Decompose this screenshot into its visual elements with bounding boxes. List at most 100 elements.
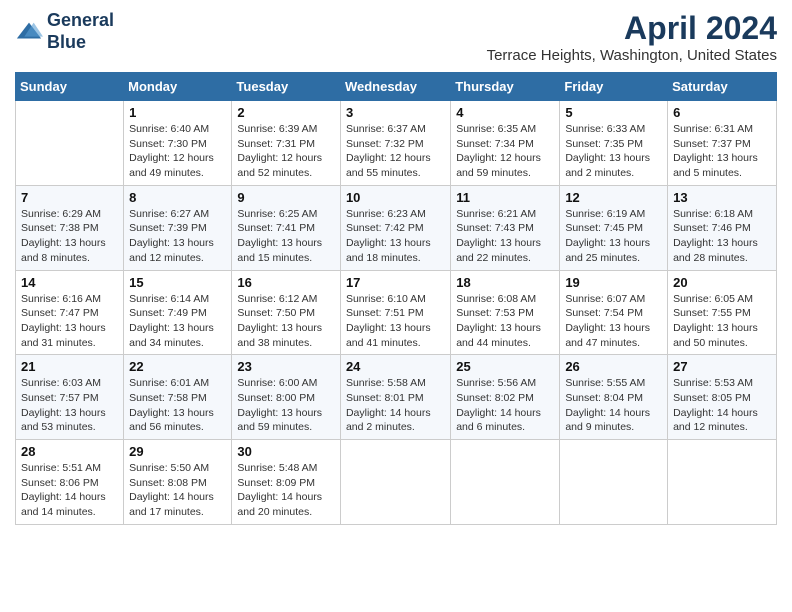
day-info: Sunrise: 6:31 AM Sunset: 7:37 PM Dayligh… — [673, 122, 771, 181]
calendar-cell: 24 Sunrise: 5:58 AM Sunset: 8:01 PM Dayli… — [340, 355, 450, 440]
calendar-cell: 14 Sunrise: 6:16 AM Sunset: 7:47 PM Dayli… — [16, 270, 124, 355]
day-number: 9 — [237, 190, 335, 205]
day-number: 15 — [129, 275, 226, 290]
calendar-header-row: SundayMondayTuesdayWednesdayThursdayFrid… — [16, 73, 777, 101]
day-info: Sunrise: 6:10 AM Sunset: 7:51 PM Dayligh… — [346, 292, 445, 351]
logo-icon — [15, 18, 43, 46]
day-number: 19 — [565, 275, 662, 290]
day-info: Sunrise: 6:07 AM Sunset: 7:54 PM Dayligh… — [565, 292, 662, 351]
day-number: 28 — [21, 444, 118, 459]
calendar-cell: 29 Sunrise: 5:50 AM Sunset: 8:08 PM Dayli… — [124, 440, 232, 525]
logo-line1: General — [47, 10, 114, 32]
day-info: Sunrise: 6:33 AM Sunset: 7:35 PM Dayligh… — [565, 122, 662, 181]
logo: General Blue — [15, 10, 114, 53]
day-number: 16 — [237, 275, 335, 290]
calendar-cell: 13Sunrise: 6:18 AM Sunset: 7:46 PM Dayli… — [668, 185, 777, 270]
day-info: Sunrise: 5:48 AM Sunset: 8:09 PM Dayligh… — [237, 461, 335, 520]
calendar-cell: 20Sunrise: 6:05 AM Sunset: 7:55 PM Dayli… — [668, 270, 777, 355]
day-info: Sunrise: 5:55 AM Sunset: 8:04 PM Dayligh… — [565, 376, 662, 435]
day-number: 6 — [673, 105, 771, 120]
day-number: 5 — [565, 105, 662, 120]
day-info: Sunrise: 6:35 AM Sunset: 7:34 PM Dayligh… — [456, 122, 554, 181]
calendar-week-2: 7 Sunrise: 6:29 AM Sunset: 7:38 PM Daylig… — [16, 185, 777, 270]
calendar-cell — [560, 440, 668, 525]
calendar-cell: 23 Sunrise: 6:00 AM Sunset: 8:00 PM Dayli… — [232, 355, 341, 440]
day-info: Sunrise: 6:00 AM Sunset: 8:00 PM Dayligh… — [237, 376, 335, 435]
day-header-sunday: Sunday — [16, 73, 124, 101]
calendar-cell: 18Sunrise: 6:08 AM Sunset: 7:53 PM Dayli… — [451, 270, 560, 355]
day-info: Sunrise: 6:25 AM Sunset: 7:41 PM Dayligh… — [237, 207, 335, 266]
day-number: 24 — [346, 359, 445, 374]
day-number: 8 — [129, 190, 226, 205]
day-info: Sunrise: 6:23 AM Sunset: 7:42 PM Dayligh… — [346, 207, 445, 266]
day-number: 11 — [456, 190, 554, 205]
calendar-cell: 4 Sunrise: 6:35 AM Sunset: 7:34 PM Daylig… — [451, 101, 560, 186]
calendar-table: SundayMondayTuesdayWednesdayThursdayFrid… — [15, 72, 777, 525]
day-number: 21 — [21, 359, 118, 374]
logo-text: General Blue — [47, 10, 114, 53]
calendar-week-1: 1 Sunrise: 6:40 AM Sunset: 7:30 PM Daylig… — [16, 101, 777, 186]
calendar-cell — [340, 440, 450, 525]
day-number: 26 — [565, 359, 662, 374]
calendar-cell: 1 Sunrise: 6:40 AM Sunset: 7:30 PM Daylig… — [124, 101, 232, 186]
calendar-cell — [668, 440, 777, 525]
calendar-cell: 12Sunrise: 6:19 AM Sunset: 7:45 PM Dayli… — [560, 185, 668, 270]
day-info: Sunrise: 5:58 AM Sunset: 8:01 PM Dayligh… — [346, 376, 445, 435]
day-number: 1 — [129, 105, 226, 120]
subtitle: Terrace Heights, Washington, United Stat… — [487, 47, 777, 64]
calendar-cell: 10Sunrise: 6:23 AM Sunset: 7:42 PM Dayli… — [340, 185, 450, 270]
calendar-cell: 21 Sunrise: 6:03 AM Sunset: 7:57 PM Dayli… — [16, 355, 124, 440]
day-number: 23 — [237, 359, 335, 374]
calendar-cell: 16Sunrise: 6:12 AM Sunset: 7:50 PM Dayli… — [232, 270, 341, 355]
calendar-cell: 8Sunrise: 6:27 AM Sunset: 7:39 PM Daylig… — [124, 185, 232, 270]
logo-line2: Blue — [47, 32, 114, 54]
day-number: 29 — [129, 444, 226, 459]
day-number: 25 — [456, 359, 554, 374]
calendar-cell: 15 Sunrise: 6:14 AM Sunset: 7:49 PM Dayli… — [124, 270, 232, 355]
calendar-cell: 26 Sunrise: 5:55 AM Sunset: 8:04 PM Dayli… — [560, 355, 668, 440]
day-info: Sunrise: 6:37 AM Sunset: 7:32 PM Dayligh… — [346, 122, 445, 181]
day-number: 13 — [673, 190, 771, 205]
day-header-thursday: Thursday — [451, 73, 560, 101]
calendar-cell: 30 Sunrise: 5:48 AM Sunset: 8:09 PM Dayli… — [232, 440, 341, 525]
day-number: 22 — [129, 359, 226, 374]
day-info: Sunrise: 6:03 AM Sunset: 7:57 PM Dayligh… — [21, 376, 118, 435]
day-header-wednesday: Wednesday — [340, 73, 450, 101]
day-info: Sunrise: 5:51 AM Sunset: 8:06 PM Dayligh… — [21, 461, 118, 520]
day-info: Sunrise: 6:01 AM Sunset: 7:58 PM Dayligh… — [129, 376, 226, 435]
calendar-cell: 25 Sunrise: 5:56 AM Sunset: 8:02 PM Dayli… — [451, 355, 560, 440]
main-title: April 2024 — [487, 10, 777, 47]
day-number: 14 — [21, 275, 118, 290]
calendar-cell: 22 Sunrise: 6:01 AM Sunset: 7:58 PM Dayli… — [124, 355, 232, 440]
day-number: 12 — [565, 190, 662, 205]
calendar-cell: 27Sunrise: 5:53 AM Sunset: 8:05 PM Dayli… — [668, 355, 777, 440]
day-number: 2 — [237, 105, 335, 120]
day-header-friday: Friday — [560, 73, 668, 101]
calendar-week-4: 21 Sunrise: 6:03 AM Sunset: 7:57 PM Dayli… — [16, 355, 777, 440]
day-info: Sunrise: 6:29 AM Sunset: 7:38 PM Dayligh… — [21, 207, 118, 266]
day-info: Sunrise: 5:56 AM Sunset: 8:02 PM Dayligh… — [456, 376, 554, 435]
day-number: 20 — [673, 275, 771, 290]
calendar-cell — [16, 101, 124, 186]
day-info: Sunrise: 5:50 AM Sunset: 8:08 PM Dayligh… — [129, 461, 226, 520]
calendar-cell: 2 Sunrise: 6:39 AM Sunset: 7:31 PM Daylig… — [232, 101, 341, 186]
day-info: Sunrise: 6:39 AM Sunset: 7:31 PM Dayligh… — [237, 122, 335, 181]
calendar-cell: 19 Sunrise: 6:07 AM Sunset: 7:54 PM Dayli… — [560, 270, 668, 355]
day-info: Sunrise: 6:21 AM Sunset: 7:43 PM Dayligh… — [456, 207, 554, 266]
day-info: Sunrise: 6:40 AM Sunset: 7:30 PM Dayligh… — [129, 122, 226, 181]
page-header: General Blue April 2024 Terrace Heights,… — [15, 10, 777, 64]
calendar-week-5: 28 Sunrise: 5:51 AM Sunset: 8:06 PM Dayli… — [16, 440, 777, 525]
day-number: 7 — [21, 190, 118, 205]
day-number: 30 — [237, 444, 335, 459]
day-info: Sunrise: 6:08 AM Sunset: 7:53 PM Dayligh… — [456, 292, 554, 351]
calendar-cell: 6 Sunrise: 6:31 AM Sunset: 7:37 PM Daylig… — [668, 101, 777, 186]
day-info: Sunrise: 6:16 AM Sunset: 7:47 PM Dayligh… — [21, 292, 118, 351]
day-number: 4 — [456, 105, 554, 120]
day-header-saturday: Saturday — [668, 73, 777, 101]
day-header-monday: Monday — [124, 73, 232, 101]
calendar-cell — [451, 440, 560, 525]
calendar-cell: 3 Sunrise: 6:37 AM Sunset: 7:32 PM Daylig… — [340, 101, 450, 186]
day-number: 3 — [346, 105, 445, 120]
day-info: Sunrise: 6:14 AM Sunset: 7:49 PM Dayligh… — [129, 292, 226, 351]
day-header-tuesday: Tuesday — [232, 73, 341, 101]
